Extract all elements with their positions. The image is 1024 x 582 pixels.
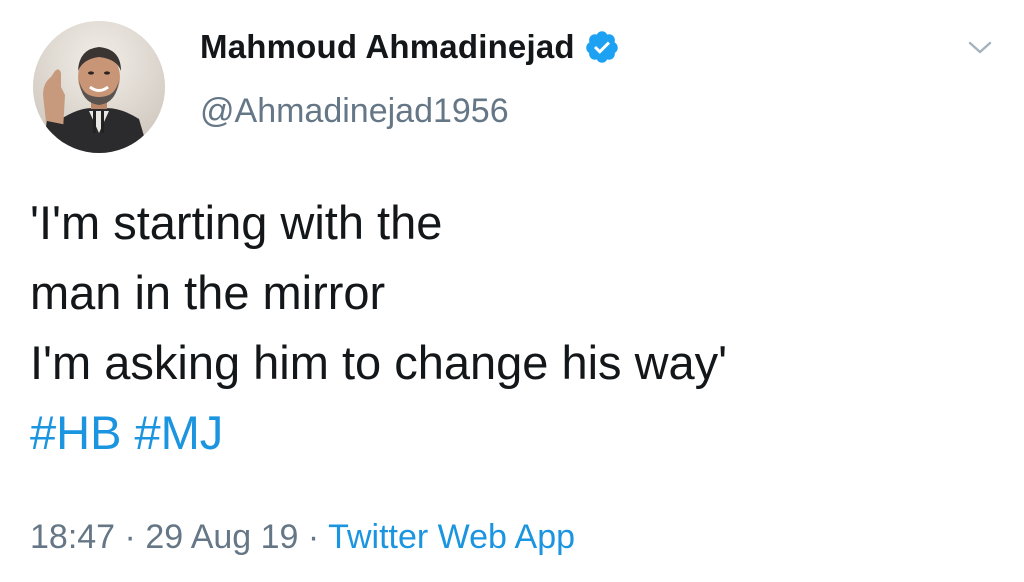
meta-separator: · (115, 518, 146, 556)
tweet-text-line: I'm asking him to change his way' (30, 336, 728, 389)
meta-separator: · (298, 518, 329, 556)
tweet-source-link[interactable]: Twitter Web App (328, 518, 575, 556)
author-handle[interactable]: @Ahmadinejad1956 (200, 92, 509, 131)
tweet-card: Mahmoud Ahmadinejad @Ahmadinejad1956 'I'… (0, 0, 1024, 582)
hashtag-link[interactable]: #MJ (135, 406, 224, 459)
tweet-text-line: 'I'm starting with the (30, 196, 443, 249)
tweet-time[interactable]: 18:47 (30, 518, 115, 556)
tweet-text-line: man in the mirror (30, 266, 386, 319)
tweet-date[interactable]: 29 Aug 19 (145, 518, 298, 556)
tweet-text: 'I'm starting with the man in the mirror… (30, 188, 990, 468)
tweet-menu-button[interactable] (960, 32, 1000, 64)
avatar-photo-icon (33, 21, 165, 153)
verified-badge-icon (584, 29, 620, 65)
hashtag-link[interactable]: #HB (30, 406, 121, 459)
tweet-metadata: 18:47 · 29 Aug 19 · Twitter Web App (30, 518, 575, 557)
avatar[interactable] (33, 21, 165, 153)
author-name-row: Mahmoud Ahmadinejad (200, 22, 620, 72)
chevron-down-icon (968, 41, 992, 54)
hashtag-row: #HB #MJ (30, 398, 990, 468)
author-display-name[interactable]: Mahmoud Ahmadinejad (200, 28, 575, 66)
